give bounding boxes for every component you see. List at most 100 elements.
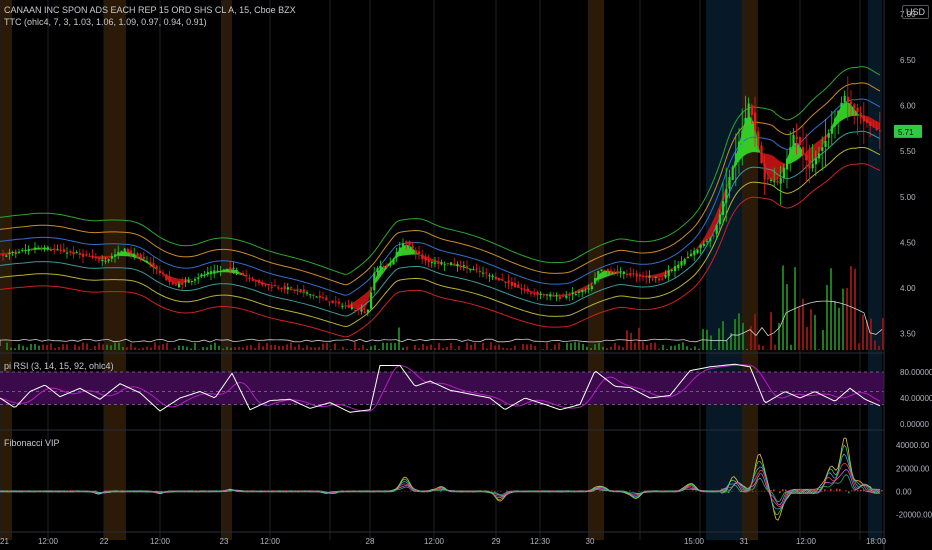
volume-bar [586,346,588,350]
candle-body [270,286,273,288]
volume-bar [118,342,120,350]
candle-body [398,247,401,255]
fib-tick-label: -20000.00 [896,510,932,519]
candle-body [539,294,542,295]
candle-body [18,252,21,254]
volume-bar [350,349,352,350]
volume-bar [446,347,448,350]
candle-body [501,278,504,280]
volume-bar [58,347,60,350]
volume-bar [162,344,164,350]
candle-body [30,249,33,251]
volume-bar [238,346,240,350]
fib-histogram-bar [257,490,259,492]
candle-body [107,259,110,261]
candle-body [578,291,581,293]
volume-bar [602,346,604,350]
candle-body [101,259,104,261]
volume-bar [378,348,380,350]
candle-body [373,272,376,291]
candle-body [597,271,600,278]
fib-histogram-bar [587,491,589,492]
fib-histogram-bar [464,490,466,492]
volume-bar [122,347,124,350]
volume-bar [546,342,548,350]
volume-bar [490,342,492,350]
candle-body [645,276,648,278]
candle-body [562,295,565,297]
candle-body [843,95,846,102]
candle-body [859,113,862,117]
fib-histogram-bar [563,491,565,492]
volume-bar [698,348,700,350]
volume-bar [110,345,112,350]
fib-histogram-bar [782,489,784,492]
candle-body [53,248,56,250]
fib-histogram-bar [344,490,346,492]
volume-bar [114,342,116,350]
volume-bar [338,349,340,350]
time-tick-label: 12:00 [38,537,59,546]
candle-body [414,250,417,254]
fib-histogram-bar [83,490,85,492]
volume-bar [842,288,844,350]
fib-histogram-bar [509,490,511,492]
volume-bar [754,314,756,350]
chart[interactable]: 7.006.506.005.505.004.504.003.505.7180.0… [0,0,932,550]
fib-histogram-bar [695,490,697,492]
candle-body [674,266,677,272]
candle-body [734,153,737,165]
candle-body [194,279,197,281]
volume-bar [10,347,12,350]
fib-histogram-bar [356,490,358,492]
candle-body [658,278,661,281]
fib-histogram-bar [494,491,496,492]
candle-body [744,117,747,129]
volume-bar [202,347,204,350]
candle-body [757,131,760,146]
volume-bar [838,307,840,350]
rsi-legend[interactable]: pi RSI (3, 14, 15, 92, ohlc4) [4,361,114,371]
candle-body [66,252,69,254]
session-highlight-blue-2 [868,0,882,540]
fib-histogram-bar [125,490,127,492]
fib-histogram-bar [602,490,604,492]
candle-body [34,247,37,250]
candle-body [530,292,533,294]
candle-body [862,116,865,122]
indicator-legend[interactable]: TTC (ohlc4, 7, 3, 1.03, 1.06, 1.09, 0.97… [4,17,207,27]
candle-body [325,297,328,301]
candle-body [242,273,245,276]
candle-body [360,309,363,312]
fib-legend[interactable]: Fibonacci VIP [4,438,60,448]
time-tick-label: 12:00 [796,537,817,546]
fib-histogram-bar [227,490,229,492]
volume-bar [142,347,144,350]
candle-body [40,248,43,250]
time-tick-label: 31 [740,537,749,546]
candle-body [392,259,395,265]
candle-body [654,276,657,278]
fib-histogram-bar [875,491,877,494]
volume-bar [630,332,632,350]
fib-histogram-bar [269,490,271,492]
volume-bar [646,344,648,350]
fib-histogram-bar [338,490,340,492]
candle-body [110,256,113,259]
volume-bar [98,342,100,350]
session-highlight-1 [104,0,126,540]
volume-bar [802,298,804,350]
price-tick-label: 6.50 [900,56,916,65]
candle-body [376,268,379,272]
candle-body [786,158,789,170]
fib-histogram-bar [524,491,526,492]
fib-histogram-bar [467,490,469,492]
price-tick-label: 5.50 [900,147,916,156]
volume-bar [22,345,24,350]
session-highlight-blue-1 [706,0,742,540]
volume-bar [742,322,744,350]
candle-body [56,248,59,250]
fib-histogram-bar [641,490,643,492]
candle-body [8,252,11,255]
candle-body [133,253,136,255]
